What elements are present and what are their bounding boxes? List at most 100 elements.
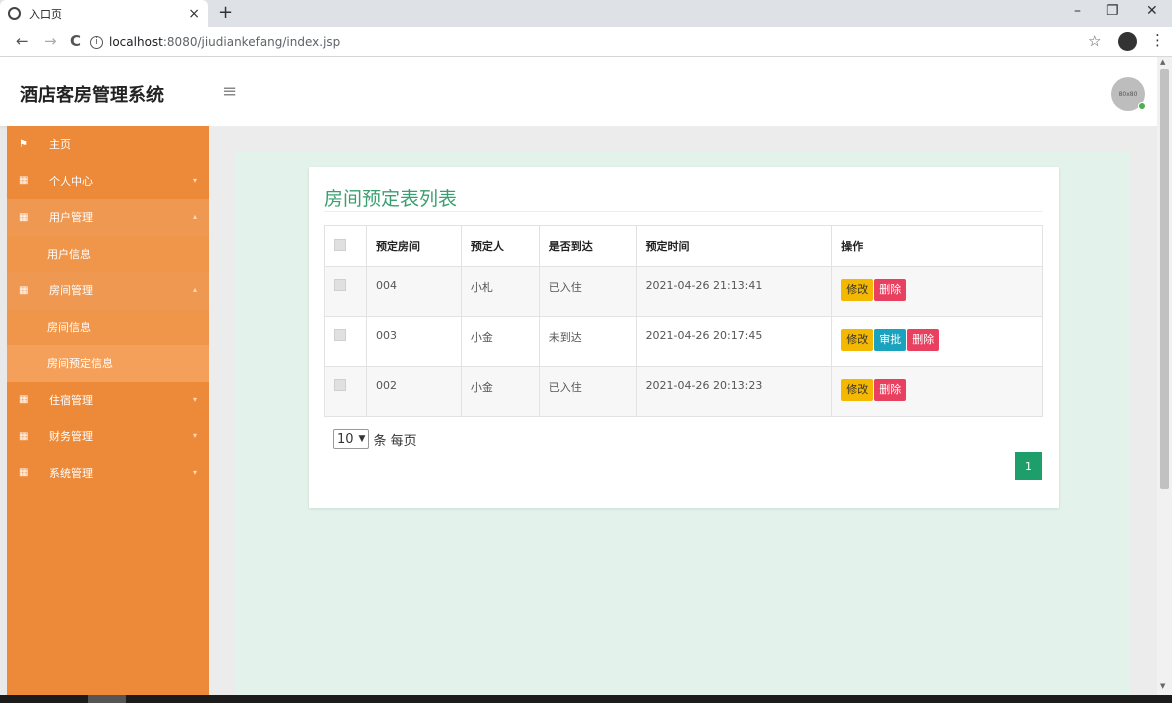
url-host: localhost xyxy=(109,35,163,49)
time-cell: 2021-04-26 20:13:23 xyxy=(635,366,833,417)
edit-button[interactable]: 修改 xyxy=(841,279,874,301)
browser-tab[interactable]: 入口页 × xyxy=(0,0,208,27)
browser-tab-bar: 入口页 × + – ❐ ✕ xyxy=(0,0,1172,27)
row-checkbox[interactable] xyxy=(334,329,346,341)
minimize-button[interactable]: – xyxy=(1074,3,1081,19)
sidebar: ⚑ 主页 ▦ 个人中心 ▾ ▦ 用户管理 ▴ 用户信息 ▦ 房间管理 ▴ 房间信… xyxy=(7,126,209,695)
delete-button[interactable]: 删除 xyxy=(907,329,940,351)
new-tab-button[interactable]: + xyxy=(218,2,233,23)
avatar[interactable]: 80x80 xyxy=(1111,77,1146,111)
sidebar-subitem-room-info[interactable]: 房间信息 xyxy=(7,308,209,345)
column-header: 预定人 xyxy=(460,225,540,267)
globe-icon xyxy=(8,7,21,20)
actions-cell: 修改 审批 删除 xyxy=(831,316,1043,367)
sidebar-item-label: 系统管理 xyxy=(49,466,93,480)
grid-icon: ▦ xyxy=(19,284,29,296)
sidebar-item-label: 房间管理 xyxy=(49,284,93,298)
sidebar-item-label: 财务管理 xyxy=(49,430,93,444)
person-cell: 小札 xyxy=(460,266,540,317)
page-button-1[interactable]: 1 xyxy=(1015,452,1042,480)
booking-list-panel: 房间预定表列表 预定房间 预定人 是否到达 预定时间 操作 004 小札 已入住… xyxy=(309,167,1059,508)
sidebar-item-finance-management[interactable]: ▦ 财务管理 ▾ xyxy=(7,418,209,455)
browser-menu-icon[interactable]: ⋮ xyxy=(1150,31,1165,49)
room-cell: 003 xyxy=(365,316,462,367)
page-size-control: 10 ▼ 条 每页 xyxy=(333,429,417,449)
delete-button[interactable]: 删除 xyxy=(874,379,907,401)
sidebar-item-label: 房间信息 xyxy=(47,320,91,334)
sidebar-subitem-user-info[interactable]: 用户信息 xyxy=(7,235,209,272)
grid-icon: ▦ xyxy=(19,175,29,187)
column-header: 预定时间 xyxy=(635,225,833,267)
sidebar-item-user-management[interactable]: ▦ 用户管理 ▴ xyxy=(7,199,209,236)
scroll-up-icon[interactable]: ▲ xyxy=(1160,58,1165,66)
column-header: 是否到达 xyxy=(538,225,637,267)
page-size-value: 10 xyxy=(337,431,354,447)
row-checkbox[interactable] xyxy=(334,279,346,291)
sidebar-item-label: 用户管理 xyxy=(49,211,93,225)
status-cell: 未到达 xyxy=(538,316,637,367)
os-taskbar xyxy=(0,695,1172,703)
sidebar-item-personal-center[interactable]: ▦ 个人中心 ▾ xyxy=(7,163,209,200)
delete-button[interactable]: 删除 xyxy=(874,279,907,301)
table-header-row: 预定房间 预定人 是否到达 预定时间 操作 xyxy=(324,225,1043,267)
actions-cell: 修改 删除 xyxy=(831,366,1043,417)
restore-button[interactable]: ❐ xyxy=(1106,3,1119,19)
app-title: 酒店客房管理系统 xyxy=(20,85,164,106)
bookmark-star-icon[interactable]: ☆ xyxy=(1088,32,1101,50)
avatar-placeholder-text: 80x80 xyxy=(1118,90,1138,98)
flag-icon: ⚑ xyxy=(19,138,28,150)
title-divider xyxy=(324,211,1043,212)
tab-close-icon[interactable]: × xyxy=(188,6,200,22)
hamburger-menu-icon[interactable]: ≡ xyxy=(222,81,237,102)
chevron-down-icon: ▾ xyxy=(192,394,197,404)
profile-icon[interactable] xyxy=(1118,32,1137,51)
sidebar-item-label: 个人中心 xyxy=(49,174,93,188)
info-icon[interactable]: i xyxy=(90,35,103,49)
checkbox-cell xyxy=(324,266,367,317)
table-row: 002 小金 已入住 2021-04-26 20:13:23 修改 删除 xyxy=(324,366,1043,417)
online-status-dot xyxy=(1138,102,1146,110)
row-checkbox[interactable] xyxy=(334,379,346,391)
sidebar-item-home[interactable]: ⚑ 主页 xyxy=(7,126,209,163)
sidebar-item-room-management[interactable]: ▦ 房间管理 ▴ xyxy=(7,272,209,309)
grid-icon: ▦ xyxy=(19,467,29,479)
scroll-down-icon[interactable]: ▼ xyxy=(1160,682,1165,690)
table-row: 004 小札 已入住 2021-04-26 21:13:41 修改 删除 xyxy=(324,266,1043,317)
grid-icon: ▦ xyxy=(19,394,29,406)
taskbar-item[interactable] xyxy=(88,695,126,703)
checkbox-cell xyxy=(324,366,367,417)
edit-button[interactable]: 修改 xyxy=(841,329,874,351)
chevron-up-icon: ▴ xyxy=(192,212,197,221)
sidebar-item-label: 主页 xyxy=(49,138,71,152)
chevron-down-icon: ▾ xyxy=(192,431,197,440)
forward-button[interactable]: → xyxy=(44,32,57,50)
sidebar-item-system-management[interactable]: ▦ 系统管理 ▾ xyxy=(7,455,209,492)
time-cell: 2021-04-26 20:17:45 xyxy=(635,316,833,367)
time-cell: 2021-04-26 21:13:41 xyxy=(635,266,833,317)
url-field[interactable]: i localhost:8080/jiudiankefang/index.jsp xyxy=(90,30,1090,54)
reload-button[interactable]: C xyxy=(70,32,81,50)
tab-title: 入口页 xyxy=(29,7,62,21)
actions-cell: 修改 删除 xyxy=(831,266,1043,317)
edit-button[interactable]: 修改 xyxy=(841,379,874,401)
close-window-button[interactable]: ✕ xyxy=(1146,3,1158,19)
room-cell: 004 xyxy=(365,266,462,317)
select-all-checkbox[interactable] xyxy=(334,238,346,251)
sidebar-item-label: 用户信息 xyxy=(47,247,91,261)
chevron-up-icon: ▴ xyxy=(192,285,197,294)
status-cell: 已入住 xyxy=(538,366,637,417)
sidebar-item-lodging-management[interactable]: ▦ 住宿管理 ▾ xyxy=(7,382,209,419)
sidebar-subitem-room-booking[interactable]: 房间预定信息 xyxy=(7,345,209,382)
approve-button[interactable]: 审批 xyxy=(874,329,907,351)
select-all-cell xyxy=(324,225,367,267)
page-title: 房间预定表列表 xyxy=(324,188,458,210)
chevron-down-icon: ▾ xyxy=(192,467,197,477)
page-scrollbar[interactable]: ▲ ▼ xyxy=(1157,57,1172,695)
scroll-thumb[interactable] xyxy=(1160,69,1169,489)
back-button[interactable]: ← xyxy=(16,32,29,50)
chevron-down-icon: ▾ xyxy=(192,175,197,185)
page-size-select[interactable]: 10 ▼ xyxy=(333,429,370,449)
sidebar-item-label: 房间预定信息 xyxy=(47,357,113,371)
url-path: :8080/jiudiankefang/index.jsp xyxy=(162,35,341,49)
grid-icon: ▦ xyxy=(19,430,29,442)
